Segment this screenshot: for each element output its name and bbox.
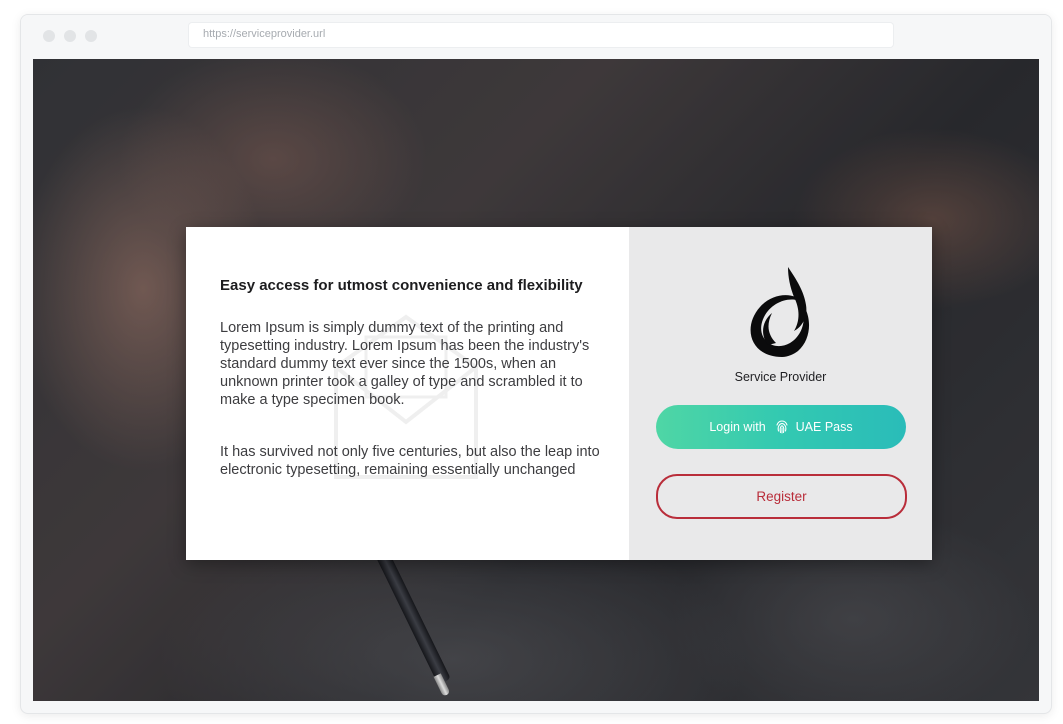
browser-window: https://serviceprovider.url Easy access … — [20, 14, 1052, 714]
card-heading: Easy access for utmost convenience and f… — [220, 277, 583, 294]
window-maximize-dot[interactable] — [85, 30, 97, 42]
login-prefix-label: Login with — [709, 420, 766, 434]
window-close-dot[interactable] — [43, 30, 55, 42]
register-label: Register — [756, 489, 807, 504]
login-card: Easy access for utmost convenience and f… — [186, 227, 932, 560]
top-cropped-heading — [0, 0, 1063, 14]
browser-title-bar: https://serviceprovider.url — [21, 15, 1051, 59]
swirl-logo-icon — [750, 267, 810, 357]
login-with-uae-pass-button[interactable]: Login with UAE Pass — [656, 405, 906, 449]
fingerprint-icon — [774, 419, 790, 435]
page-viewport: Easy access for utmost convenience and f… — [33, 59, 1039, 701]
card-paragraph-2: It has survived not only five centuries,… — [220, 444, 600, 478]
card-paragraph-1: Lorem Ipsum is simply dummy text of the … — [220, 320, 590, 408]
address-url-text: https://serviceprovider.url — [203, 28, 326, 40]
card-info-panel: Easy access for utmost convenience and f… — [186, 227, 629, 560]
service-provider-name: Service Provider — [734, 370, 827, 384]
register-button[interactable]: Register — [656, 474, 907, 519]
uae-pass-label: UAE Pass — [795, 420, 853, 434]
window-minimize-dot[interactable] — [64, 30, 76, 42]
address-bar[interactable]: https://serviceprovider.url — [189, 23, 893, 47]
card-auth-panel: Service Provider Login with UAE Pass Reg… — [629, 227, 932, 560]
